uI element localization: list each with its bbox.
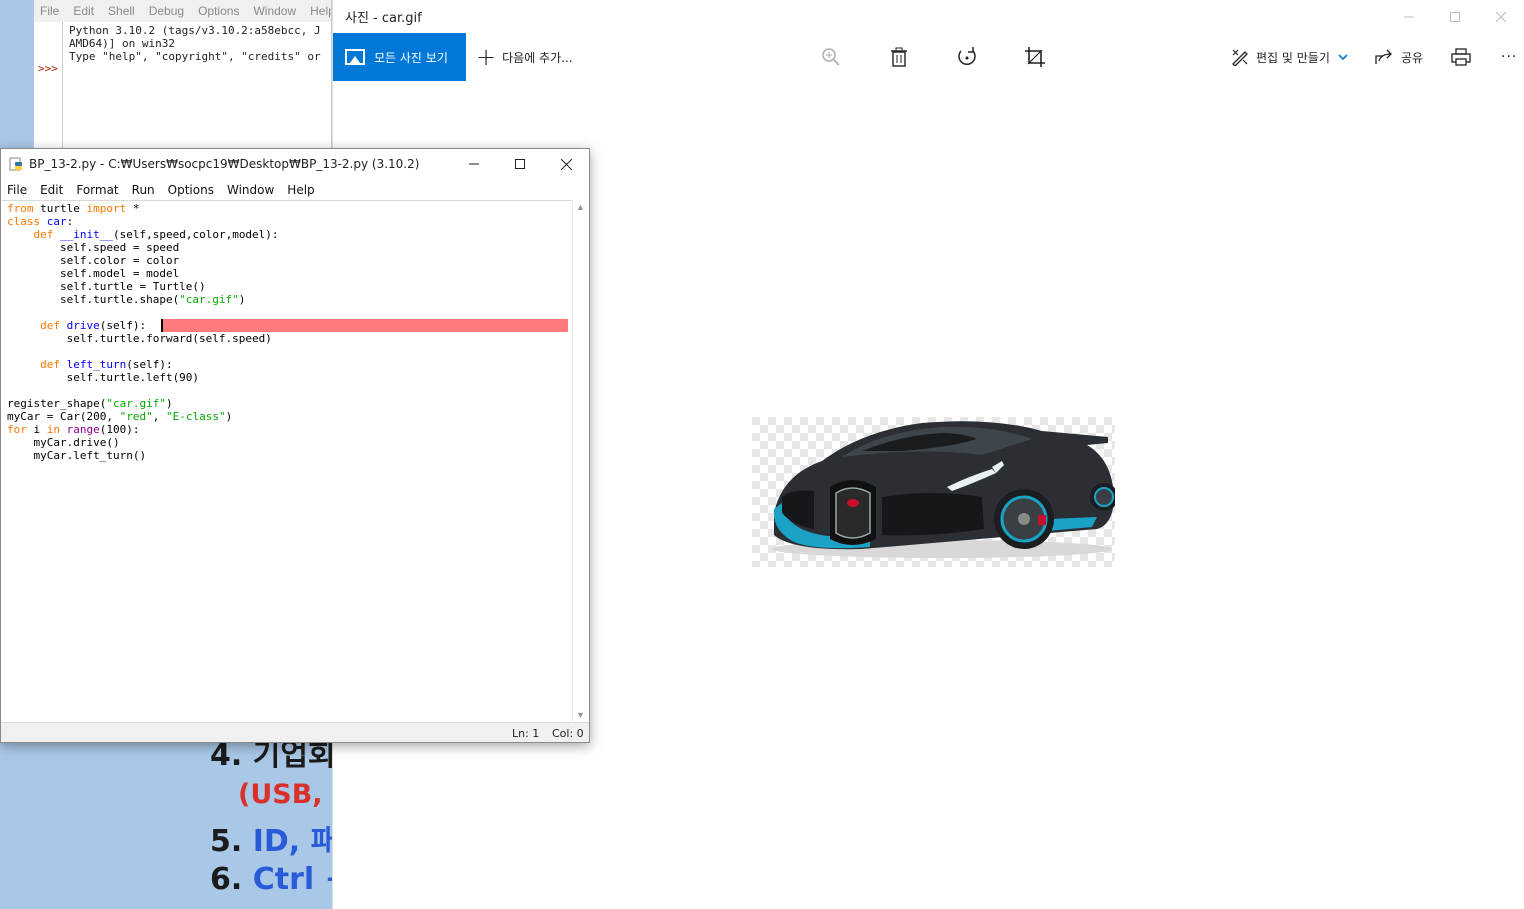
- editor-menu-format[interactable]: Format: [76, 183, 118, 197]
- edit-create-icon: [1232, 49, 1248, 66]
- editor-menubar: File Edit Format Run Options Window Help: [1, 179, 589, 200]
- code-text[interactable]: from turtle import * class car: def __in…: [7, 202, 279, 462]
- edit-create-label: 편집 및 만들기: [1256, 50, 1330, 65]
- add-to-button[interactable]: + 다음에 추가...: [476, 43, 573, 71]
- more-button[interactable]: ···: [1501, 33, 1517, 81]
- photos-toolbar: 모든 사진 보기 + 다음에 추가... 편집 및 만들기 공유 ···: [333, 33, 1524, 81]
- idle-editor-window: BP_13-2.py - C:₩Users₩socpc19₩Desktop₩BP…: [0, 148, 590, 743]
- editor-maximize-button[interactable]: [497, 149, 543, 179]
- editor-statusbar: Ln: 1 Col: 0: [1, 722, 589, 742]
- rotate-icon: [958, 47, 976, 66]
- close-icon: [1496, 11, 1506, 22]
- photos-window-controls: [1386, 0, 1524, 33]
- crop-button[interactable]: [1017, 33, 1053, 81]
- editor-minimize-button[interactable]: [451, 149, 497, 179]
- edit-create-button[interactable]: 편집 및 만들기: [1231, 33, 1348, 81]
- add-to-label: 다음에 추가...: [502, 50, 573, 65]
- all-photos-button[interactable]: 모든 사진 보기: [333, 33, 466, 81]
- photos-title: 사진 - car.gif: [333, 0, 1524, 33]
- plus-icon: +: [476, 43, 497, 71]
- editor-window-controls: [451, 149, 589, 179]
- python-shell-window: File Edit Shell Debug Options Window Hel…: [34, 0, 332, 150]
- delete-button[interactable]: [881, 33, 917, 81]
- car-image: [752, 417, 1115, 567]
- scroll-up-icon[interactable]: ▲: [576, 202, 585, 212]
- editor-menu-file[interactable]: File: [7, 183, 27, 197]
- shell-menu-edit[interactable]: Edit: [73, 4, 94, 18]
- shell-menu-shell[interactable]: Shell: [108, 4, 135, 18]
- python-file-icon: [9, 157, 22, 171]
- close-button[interactable]: [1478, 0, 1524, 33]
- share-label: 공유: [1401, 50, 1424, 65]
- editor-menu-options[interactable]: Options: [168, 183, 214, 197]
- share-button[interactable]: 공유: [1375, 33, 1423, 81]
- editor-menu-run[interactable]: Run: [132, 183, 155, 197]
- shell-gutter: [62, 22, 63, 150]
- close-icon: [560, 158, 572, 170]
- share-icon: [1375, 49, 1392, 64]
- zoom-button[interactable]: [813, 33, 849, 81]
- delete-icon: [891, 47, 907, 67]
- status-column: Col: 0: [552, 727, 584, 740]
- print-button[interactable]: [1443, 33, 1479, 81]
- shell-prompt: >>>: [38, 62, 58, 75]
- slide-line-5-num: 5.: [210, 824, 253, 859]
- maximize-button[interactable]: [1432, 0, 1478, 33]
- code-editor[interactable]: from turtle import * class car: def __in…: [2, 200, 573, 722]
- status-line: Ln: 1: [512, 727, 540, 740]
- scroll-down-icon[interactable]: ▼: [576, 710, 585, 720]
- shell-menu-window[interactable]: Window: [253, 4, 296, 18]
- shell-output[interactable]: Python 3.10.2 (tags/v3.10.2:a58ebcc, J A…: [69, 24, 321, 63]
- maximize-icon: [1450, 11, 1460, 22]
- editor-title: BP_13-2.py - C:₩Users₩socpc19₩Desktop₩BP…: [29, 157, 420, 171]
- all-photos-label: 모든 사진 보기: [374, 50, 448, 65]
- shell-menu-options[interactable]: Options: [198, 4, 239, 18]
- rotate-button[interactable]: [949, 33, 985, 81]
- zoom-in-icon: [822, 48, 840, 66]
- editor-menu-edit[interactable]: Edit: [40, 183, 63, 197]
- editor-menu-window[interactable]: Window: [227, 183, 274, 197]
- slide-line-6-num: 6.: [210, 862, 253, 897]
- maximize-icon: [515, 159, 525, 169]
- chevron-down-icon: [1338, 54, 1348, 61]
- minimize-button[interactable]: [1386, 0, 1432, 33]
- minimize-icon: [469, 163, 479, 165]
- shell-menubar: File Edit Shell Debug Options Window Hel…: [34, 0, 331, 22]
- editor-close-button[interactable]: [543, 149, 589, 179]
- vertical-scrollbar[interactable]: ▲ ▼: [572, 200, 588, 722]
- crop-icon: [1025, 47, 1045, 67]
- print-icon: [1451, 48, 1471, 66]
- shell-menu-debug[interactable]: Debug: [149, 4, 184, 18]
- photo-icon: [345, 49, 365, 65]
- shell-menu-file[interactable]: File: [40, 4, 59, 18]
- minimize-icon: [1404, 16, 1414, 17]
- shell-menu-help[interactable]: Help: [310, 4, 331, 18]
- editor-menu-help[interactable]: Help: [287, 183, 314, 197]
